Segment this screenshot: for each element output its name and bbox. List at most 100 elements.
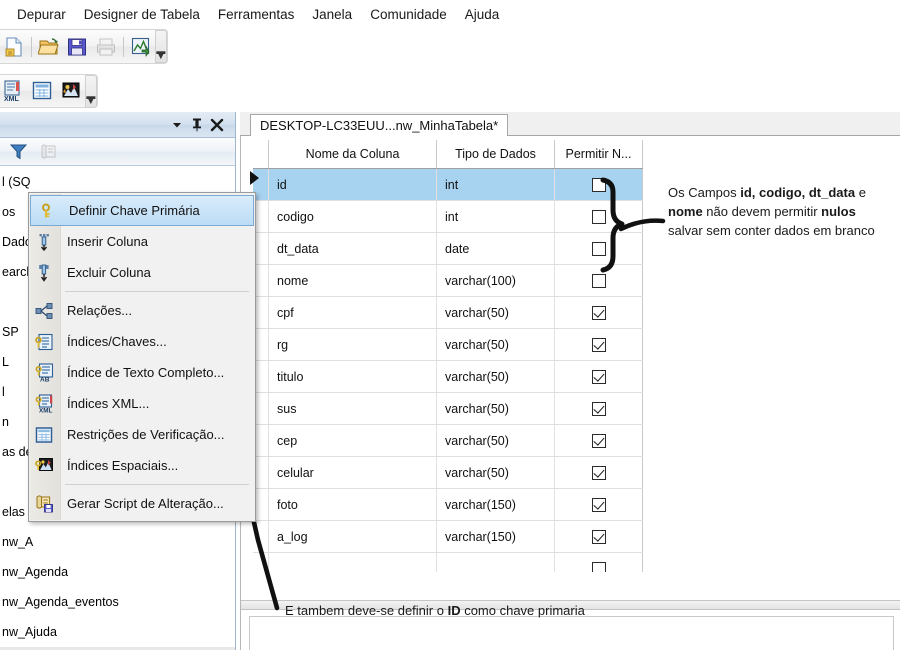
data-type-cell[interactable]: int (437, 201, 555, 232)
data-type-cell[interactable]: varchar(100) (437, 265, 555, 296)
spatial-indexes-icon[interactable] (59, 78, 83, 104)
close-icon[interactable] (207, 115, 227, 135)
xml-indexes-icon[interactable]: XML (2, 78, 26, 104)
column-name-cell[interactable]: dt_data (269, 233, 437, 264)
menu-item-ajuda[interactable]: Ajuda (456, 4, 509, 25)
data-type-cell[interactable]: varchar(50) (437, 457, 555, 488)
allow-nulls-checkbox[interactable] (591, 273, 606, 288)
execution-plan-icon[interactable] (129, 34, 153, 60)
table-row[interactable]: rg varchar(50) (253, 329, 643, 361)
allow-nulls-cell[interactable] (555, 457, 643, 488)
toolbar-overflow-button[interactable]: ▬ ▼ (154, 30, 168, 63)
context-menu-item-xml-indexes[interactable]: XML Índices XML... (29, 388, 255, 419)
table-row[interactable]: cep varchar(50) (253, 425, 643, 457)
column-name-cell[interactable]: sus (269, 393, 437, 424)
table-row[interactable]: sus varchar(50) (253, 393, 643, 425)
table-row[interactable]: titulo varchar(50) (253, 361, 643, 393)
data-type-cell[interactable]: varchar(150) (437, 521, 555, 552)
row-selector[interactable] (253, 521, 269, 552)
menu-item-janela[interactable]: Janela (303, 4, 361, 25)
data-type-cell[interactable]: date (437, 233, 555, 264)
header-tipo-de-dados[interactable]: Tipo de Dados (437, 140, 555, 168)
column-name-cell[interactable]: foto (269, 489, 437, 520)
allow-nulls-checkbox[interactable] (591, 177, 606, 192)
tree-item[interactable]: nw_Ajuda (0, 617, 235, 647)
table-row[interactable]: celular varchar(50) (253, 457, 643, 489)
data-type-cell[interactable]: varchar(50) (437, 297, 555, 328)
context-menu-item-relationships[interactable]: Relações... (29, 295, 255, 326)
data-type-cell[interactable]: varchar(50) (437, 329, 555, 360)
table-row[interactable]: nome varchar(100) (253, 265, 643, 297)
column-name-cell[interactable]: id (269, 169, 437, 200)
allow-nulls-cell[interactable] (555, 393, 643, 424)
table-row-empty[interactable] (253, 553, 643, 572)
allow-nulls-checkbox[interactable] (591, 529, 606, 544)
data-type-cell[interactable] (437, 553, 555, 572)
tab-minhatabela[interactable]: DESKTOP-LC33EUU...nw_MinhaTabela* (250, 114, 509, 136)
data-type-cell[interactable]: varchar(50) (437, 393, 555, 424)
context-menu-item-indexes-keys[interactable]: Índices/Chaves... (29, 326, 255, 357)
open-file-icon[interactable] (37, 34, 61, 60)
new-query-icon[interactable] (2, 34, 26, 60)
check-constraints-icon[interactable] (30, 78, 54, 104)
chevron-down-icon[interactable] (167, 115, 187, 135)
context-menu-item-spatial-indexes[interactable]: Índices Espaciais... (29, 450, 255, 481)
allow-nulls-checkbox[interactable] (591, 337, 606, 352)
allow-nulls-cell[interactable] (555, 297, 643, 328)
column-name-cell[interactable]: codigo (269, 201, 437, 232)
menu-item-comunidade[interactable]: Comunidade (361, 4, 456, 25)
column-name-cell[interactable]: a_log (269, 521, 437, 552)
allow-nulls-cell[interactable] (555, 233, 643, 264)
menu-item-ferramentas[interactable]: Ferramentas (209, 4, 304, 25)
allow-nulls-checkbox[interactable] (591, 497, 606, 512)
pin-icon[interactable] (187, 115, 207, 135)
data-type-cell[interactable]: varchar(50) (437, 425, 555, 456)
context-menu-item-set-primary-key[interactable]: Definir Chave Primária (30, 195, 254, 226)
allow-nulls-cell[interactable] (555, 425, 643, 456)
allow-nulls-cell[interactable] (555, 201, 643, 232)
allow-nulls-checkbox[interactable] (591, 209, 606, 224)
row-selector[interactable] (253, 553, 269, 572)
context-menu-item-insert-column[interactable]: Inserir Coluna (29, 226, 255, 257)
table-toolbar-overflow-button[interactable]: ▬ ▼ (84, 74, 98, 108)
allow-nulls-checkbox[interactable] (591, 369, 606, 384)
header-nome-da-coluna[interactable]: Nome da Coluna (269, 140, 437, 168)
allow-nulls-checkbox[interactable] (591, 401, 606, 416)
column-name-cell[interactable] (269, 553, 437, 572)
context-menu-item-check-constraints[interactable]: Restrições de Verificação... (29, 419, 255, 450)
column-name-cell[interactable]: celular (269, 457, 437, 488)
allow-nulls-cell[interactable] (555, 265, 643, 296)
table-row[interactable]: codigo int (253, 201, 643, 233)
save-icon[interactable] (65, 34, 89, 60)
menu-item-depurar[interactable]: Depurar (8, 4, 75, 25)
allow-nulls-cell[interactable] (555, 521, 643, 552)
table-row[interactable]: dt_data date (253, 233, 643, 265)
data-type-cell[interactable]: int (437, 169, 555, 200)
filter-icon[interactable] (6, 139, 32, 165)
allow-nulls-checkbox[interactable] (591, 241, 606, 256)
tree-item[interactable]: nw_A (0, 527, 235, 557)
context-menu-item-fulltext-index[interactable]: AB Índice de Texto Completo... (29, 357, 255, 388)
column-name-cell[interactable]: cep (269, 425, 437, 456)
menu-item-designer-de-tabela[interactable]: Designer de Tabela (75, 4, 209, 25)
context-menu-item-delete-column[interactable]: Excluir Coluna (29, 257, 255, 288)
allow-nulls-cell[interactable] (555, 169, 643, 200)
column-name-cell[interactable]: rg (269, 329, 437, 360)
data-type-cell[interactable]: varchar(50) (437, 361, 555, 392)
data-type-cell[interactable]: varchar(150) (437, 489, 555, 520)
allow-nulls-checkbox[interactable] (591, 433, 606, 448)
column-name-cell[interactable]: titulo (269, 361, 437, 392)
table-row[interactable]: foto varchar(150) (253, 489, 643, 521)
allow-nulls-cell[interactable] (555, 489, 643, 520)
header-permitir-nulos[interactable]: Permitir N... (555, 140, 643, 168)
table-row[interactable]: id int (250, 169, 643, 201)
context-menu-item-generate-change-script[interactable]: Gerar Script de Alteração... (29, 488, 255, 519)
allow-nulls-cell[interactable] (555, 329, 643, 360)
table-row[interactable]: cpf varchar(50) (253, 297, 643, 329)
allow-nulls-checkbox[interactable] (591, 305, 606, 320)
tree-item[interactable]: nw_Agenda_eventos (0, 587, 235, 617)
table-row[interactable]: a_log varchar(150) (253, 521, 643, 553)
tree-item[interactable]: nw_Agenda (0, 557, 235, 587)
column-name-cell[interactable]: nome (269, 265, 437, 296)
allow-nulls-checkbox[interactable] (591, 465, 606, 480)
